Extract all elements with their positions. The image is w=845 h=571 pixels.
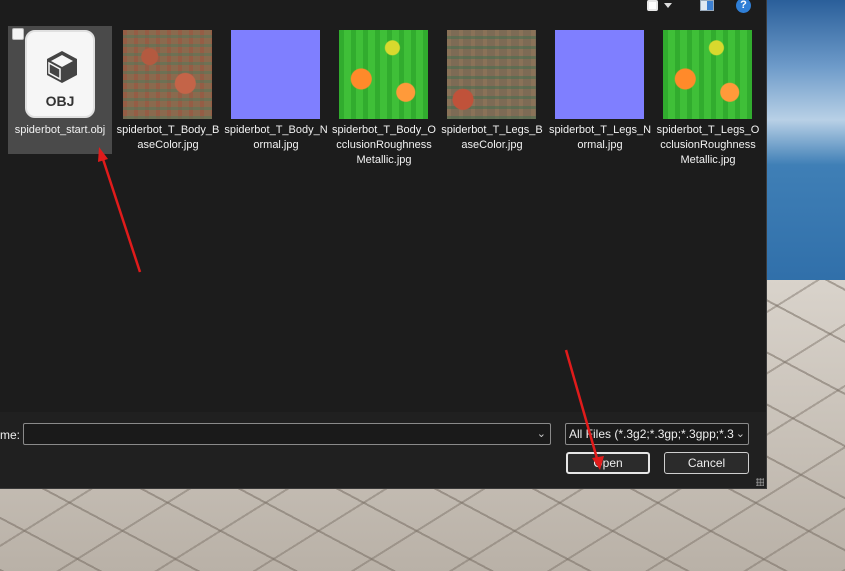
filetype-value: All Files (*.3g2;*.3gp;*.3gpp;*.3g <box>569 427 741 441</box>
file-item-body-normal[interactable]: spiderbot_T_Body_Normal.jpg <box>224 26 328 154</box>
file-name: spiderbot_T_Body_OcclusionRoughnessMetal… <box>332 124 436 166</box>
texture-thumbnail <box>555 30 644 119</box>
obj-label: OBJ <box>45 93 75 109</box>
file-name: spiderbot_T_Legs_BaseColor.jpg <box>441 124 543 151</box>
texture-thumbnail <box>231 30 320 119</box>
open-button[interactable]: Open <box>566 452 650 474</box>
file-name: spiderbot_T_Legs_Normal.jpg <box>548 124 652 151</box>
obj-file-icon: OBJ <box>25 30 95 118</box>
file-item-legs-orm[interactable]: spiderbot_T_Legs_OcclusionRoughnessMetal… <box>656 26 760 166</box>
file-name: spiderbot_T_Body_Normal.jpg <box>224 124 328 151</box>
chevron-down-icon[interactable]: ⌄ <box>537 427 546 440</box>
texture-thumbnail <box>339 30 428 119</box>
open-file-dialog: ? OBJ spiderbot_start.obj spiderbot_T_Bo… <box>0 0 767 489</box>
texture-thumbnail <box>447 30 536 119</box>
file-item-legs-basecolor[interactable]: spiderbot_T_Legs_BaseColor.jpg <box>440 26 544 154</box>
file-name: spiderbot_start.obj <box>14 124 106 136</box>
cube-icon <box>47 51 77 83</box>
file-item-body-orm[interactable]: spiderbot_T_Body_OcclusionRoughnessMetal… <box>332 26 436 166</box>
texture-thumbnail <box>663 30 752 119</box>
filename-label: me: <box>0 428 21 442</box>
chevron-down-icon <box>664 2 672 8</box>
file-item-body-basecolor[interactable]: spiderbot_T_Body_BaseColor.jpg <box>116 26 220 154</box>
resize-grip[interactable] <box>756 478 764 486</box>
filetype-select[interactable]: All Files (*.3g2;*.3gp;*.3gpp;*.3g ⌄ <box>565 423 749 445</box>
dialog-toolbar: ? <box>0 0 766 14</box>
file-name: spiderbot_T_Legs_OcclusionRoughnessMetal… <box>656 124 760 166</box>
chevron-down-icon: ⌄ <box>733 424 745 444</box>
texture-thumbnail <box>123 30 212 119</box>
preview-pane-icon <box>700 0 714 11</box>
cancel-button[interactable]: Cancel <box>664 452 749 474</box>
file-item-spiderbot-start-obj[interactable]: OBJ spiderbot_start.obj <box>8 26 112 154</box>
file-name: spiderbot_T_Body_BaseColor.jpg <box>116 124 220 151</box>
file-item-legs-normal[interactable]: spiderbot_T_Legs_Normal.jpg <box>548 26 652 154</box>
view-toggle-icon <box>647 0 658 11</box>
help-button[interactable]: ? <box>736 0 752 13</box>
dialog-footer: me: ⌄ All Files (*.3g2;*.3gp;*.3gpp;*.3g… <box>0 412 766 488</box>
view-toggle-button[interactable] <box>647 0 681 13</box>
sky-backdrop <box>765 0 845 300</box>
filename-input[interactable]: ⌄ <box>23 423 551 445</box>
help-icon: ? <box>736 0 751 13</box>
preview-pane-button[interactable] <box>700 0 716 13</box>
select-checkbox[interactable] <box>12 28 24 40</box>
